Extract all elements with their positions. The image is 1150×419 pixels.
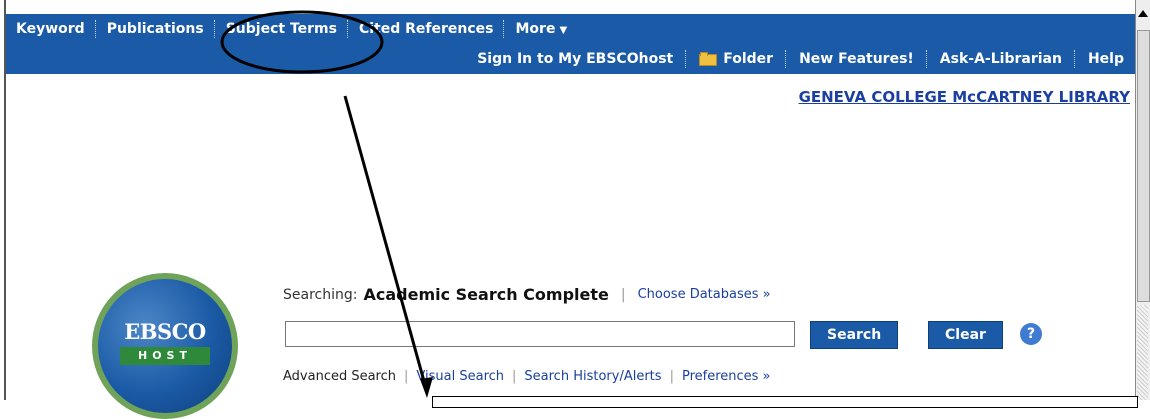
nav-more-label: More [515, 21, 556, 37]
nav-publications[interactable]: Publications [97, 21, 214, 37]
nav-help[interactable]: Help [1076, 51, 1136, 67]
nav-sign-in[interactable]: Sign In to My EBSCOhost [465, 51, 685, 67]
search-input[interactable] [285, 321, 795, 347]
nav-cited-references[interactable]: Cited References [349, 21, 504, 37]
divider: | [669, 369, 674, 384]
scroll-track[interactable] [1137, 305, 1148, 400]
help-icon[interactable]: ? [1020, 323, 1042, 345]
nav-keyword[interactable]: Keyword [6, 21, 95, 37]
searching-label: Searching: [283, 286, 358, 303]
library-link[interactable]: GENEVA COLLEGE McCARTNEY LIBRARY [799, 88, 1130, 106]
advanced-search-link[interactable]: Advanced Search [283, 369, 396, 384]
top-nav-bar: Keyword Publications Subject Terms Cited… [6, 14, 1136, 74]
choose-databases-link[interactable]: Choose Databases » [638, 287, 771, 302]
logo-text: EBSCO [124, 319, 206, 344]
logo-subtext: HOST [120, 347, 210, 365]
nav-new-features[interactable]: New Features! [787, 51, 926, 67]
divider: | [620, 286, 626, 303]
divider: | [512, 369, 517, 384]
searching-line: Searching: Academic Search Complete | Ch… [283, 285, 771, 304]
chevron-down-icon: ▼ [559, 25, 568, 36]
nav-ask-a-librarian[interactable]: Ask-A-Librarian [928, 51, 1074, 67]
search-button[interactable]: Search [810, 321, 899, 349]
nav-folder[interactable]: Folder [687, 51, 785, 67]
search-history-link[interactable]: Search History/Alerts [524, 369, 661, 384]
visual-search-link[interactable]: Visual Search [416, 369, 504, 384]
preferences-link[interactable]: Preferences » [682, 369, 771, 384]
secondary-nav: Sign In to My EBSCOhost Folder New Featu… [465, 44, 1136, 74]
vertical-scrollbar[interactable] [1135, 0, 1150, 400]
ebsco-host-logo: EBSCO HOST [92, 273, 238, 419]
dropdown-panel [432, 396, 1138, 408]
scroll-up-icon[interactable] [1138, 10, 1148, 17]
nav-more[interactable]: More ▼ [505, 21, 577, 37]
clear-button[interactable]: Clear [928, 321, 1003, 349]
nav-subject-terms[interactable]: Subject Terms [216, 21, 347, 37]
divider: | [404, 369, 409, 384]
primary-nav: Keyword Publications Subject Terms Cited… [6, 14, 577, 44]
database-name: Academic Search Complete [363, 285, 609, 304]
folder-icon [699, 52, 718, 66]
scroll-thumb[interactable] [1137, 30, 1150, 302]
search-options-links: Advanced Search | Visual Search | Search… [283, 369, 771, 384]
nav-folder-label: Folder [723, 51, 774, 67]
